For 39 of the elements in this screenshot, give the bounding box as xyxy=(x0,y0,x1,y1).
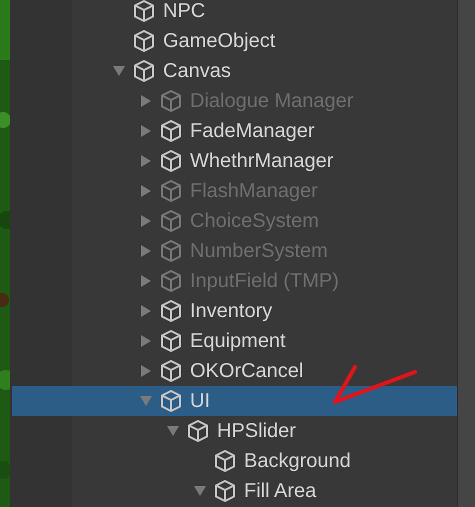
hierarchy-row[interactable]: Equipment xyxy=(12,326,457,356)
hierarchy-row[interactable]: GameObject xyxy=(12,26,457,56)
object-name: FadeManager xyxy=(190,120,315,142)
collapsed-arrow-icon[interactable] xyxy=(139,334,153,348)
hierarchy-row[interactable]: NPC xyxy=(12,0,457,26)
collapsed-arrow-icon[interactable] xyxy=(139,244,153,258)
object-name: NPC xyxy=(163,0,206,22)
collapsed-arrow-icon[interactable] xyxy=(139,274,153,288)
collapsed-arrow-icon[interactable] xyxy=(139,214,153,228)
hierarchy-row[interactable]: FadeManager xyxy=(12,116,457,146)
object-name: Canvas xyxy=(163,60,231,82)
collapsed-arrow-icon[interactable] xyxy=(139,364,153,378)
object-name: Background xyxy=(244,450,351,472)
hierarchy-row[interactable]: Fill Area xyxy=(12,476,457,506)
object-name: Inventory xyxy=(190,300,272,322)
expanded-arrow-icon[interactable] xyxy=(166,424,180,438)
collapsed-arrow-icon[interactable] xyxy=(139,304,153,318)
object-name: UI xyxy=(190,390,210,412)
object-name: GameObject xyxy=(163,30,276,52)
hierarchy-row[interactable]: UI xyxy=(12,386,457,416)
object-name: Fill Area xyxy=(244,480,316,502)
object-name: OKOrCancel xyxy=(190,360,304,382)
hierarchy-row[interactable]: WhethrManager xyxy=(12,146,457,176)
hierarchy-row[interactable]: Inventory xyxy=(12,296,457,326)
collapsed-arrow-icon[interactable] xyxy=(139,124,153,138)
expanded-arrow-icon[interactable] xyxy=(139,394,153,408)
hierarchy-row[interactable]: Background xyxy=(12,446,457,476)
object-name: WhethrManager xyxy=(190,150,334,172)
hierarchy-row[interactable]: Canvas xyxy=(12,56,457,86)
collapsed-arrow-icon[interactable] xyxy=(139,154,153,168)
expanded-arrow-icon[interactable] xyxy=(112,64,126,78)
scrollbar[interactable] xyxy=(457,0,475,507)
hierarchy-row[interactable]: HPSlider xyxy=(12,416,457,446)
collapsed-arrow-icon[interactable] xyxy=(139,184,153,198)
object-name: HPSlider xyxy=(217,420,296,442)
collapsed-arrow-icon[interactable] xyxy=(139,94,153,108)
hierarchy-row[interactable]: OKOrCancel xyxy=(12,356,457,386)
expanded-arrow-icon[interactable] xyxy=(193,484,207,498)
object-name: Equipment xyxy=(190,330,286,352)
